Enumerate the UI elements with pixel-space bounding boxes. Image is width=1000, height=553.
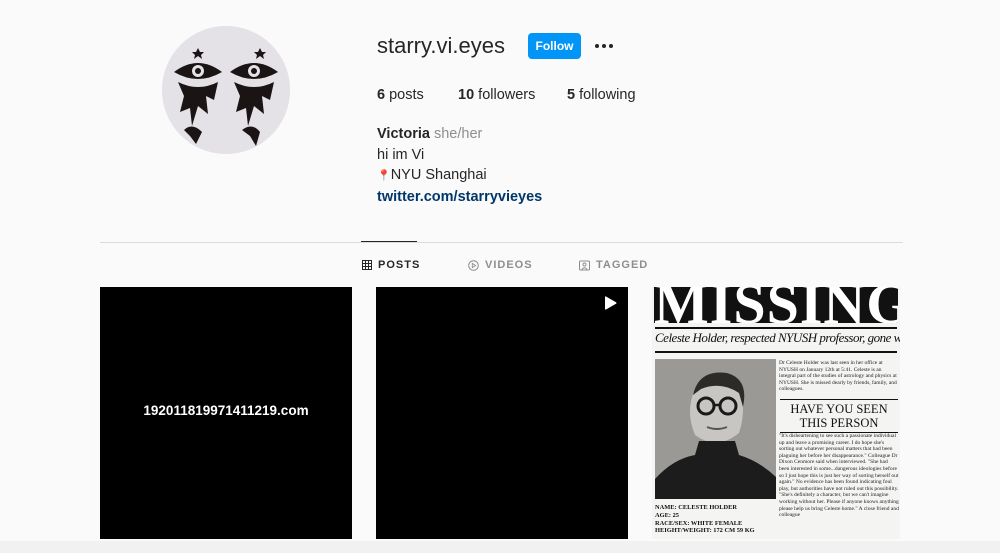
bio-name-line: Victoria she/her [377, 124, 542, 145]
poster-detail-height-weight: HEIGHT/WEIGHT: 172 CM 59 KG [655, 527, 755, 535]
tab-tagged-label: TAGGED [596, 259, 649, 271]
bio-location: NYU Shanghai [390, 167, 487, 183]
bio-name: Victoria [377, 126, 430, 142]
location-pin-icon: 📍 [377, 170, 391, 182]
profile-username: starry.vi.eyes [377, 33, 505, 58]
active-tab-indicator [361, 241, 417, 242]
profile-avatar[interactable] [162, 26, 290, 154]
bio-link[interactable]: twitter.com/starryvieyes [377, 187, 542, 208]
profile-bio: Victoria she/her hi im Vi 📍NYU Shanghai … [377, 124, 542, 207]
stat-followers[interactable]: 10 followers [458, 87, 567, 103]
tab-videos-label: VIDEOS [485, 259, 533, 271]
tab-videos[interactable]: VIDEOS [468, 259, 533, 271]
post-tile-video[interactable] [376, 287, 628, 539]
poster-photo [655, 359, 776, 499]
tabs-divider [100, 242, 903, 243]
following-count: 5 [567, 87, 576, 103]
stat-posts: 6 posts [377, 87, 458, 103]
posts-count: 6 [377, 87, 386, 103]
poster-rule [655, 351, 897, 353]
poster-rule [655, 327, 897, 329]
grid-icon [362, 260, 372, 270]
poster-description: Dr Celeste Holder was last seen in her o… [779, 360, 897, 392]
page-bottom-edge [0, 541, 1000, 553]
tab-posts[interactable]: POSTS [362, 259, 420, 271]
stat-following[interactable]: 5 following [567, 87, 636, 103]
follow-button[interactable]: Follow [528, 33, 581, 59]
post-text: 192011819971411219.com [143, 403, 309, 418]
poster-subhead: Celeste Holder, respected NYUSH professo… [655, 330, 900, 345]
poster-detail-age: AGE: 25 [655, 511, 679, 519]
poster-headline: MISSING [654, 287, 898, 323]
bio-line: hi im Vi [377, 146, 425, 163]
tag-portrait-icon [579, 260, 590, 270]
post-tile[interactable]: 192011819971411219.com [100, 287, 352, 539]
poster-detail-name: NAME: CELESTE HOLDER [655, 504, 738, 511]
following-label: following [579, 87, 636, 103]
bio-pronouns: she/her [433, 126, 483, 142]
profile-stats: 6 posts 10 followers 5 following [377, 87, 636, 103]
followers-label: followers [478, 87, 536, 103]
tab-posts-label: POSTS [378, 259, 421, 271]
poster-details: NAME: CELESTE HOLDER AGE: 25 RACE/SEX: W… [655, 504, 777, 535]
portrait-image [655, 359, 776, 499]
bio-location-line: 📍NYU Shanghai [377, 165, 542, 187]
poster-quote: "It's disheartening to see such a passio… [779, 433, 899, 519]
post-tile-missing-poster[interactable]: MISSING Celeste Holder, respected NYUSH … [652, 287, 900, 539]
play-circle-icon [468, 259, 479, 271]
play-icon [605, 296, 617, 310]
posts-label: posts [389, 87, 424, 103]
followers-count: 10 [458, 87, 475, 103]
tab-tagged[interactable]: TAGGED [579, 259, 648, 271]
avatar-eyes-artwork [162, 26, 290, 154]
more-options-icon[interactable] [595, 36, 617, 56]
poster-have-you-seen: HAVE YOU SEEN THIS PERSON [780, 399, 898, 433]
poster-detail-race-sex: RACE/SEX: WHITE FEMALE [655, 519, 743, 527]
